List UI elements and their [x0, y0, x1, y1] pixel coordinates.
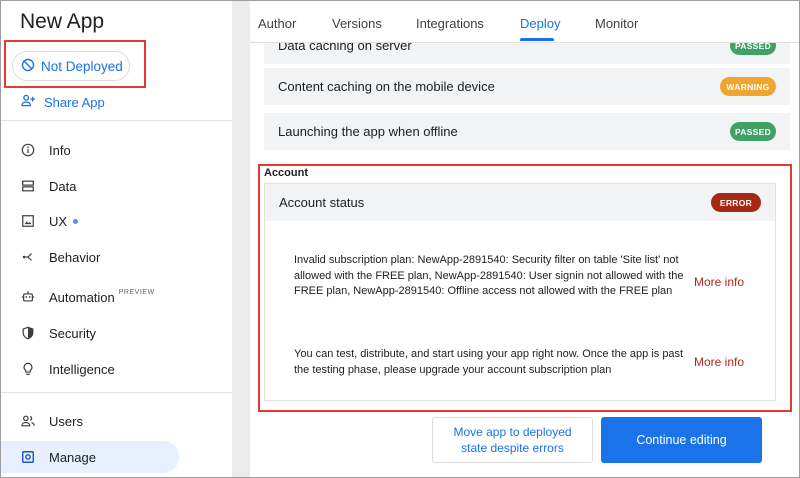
deploy-status-highlight — [4, 40, 146, 88]
sidebar-item-label: Data — [49, 178, 77, 194]
tab-integrations[interactable]: Integrations — [416, 16, 484, 31]
move-to-deployed-button[interactable]: Move app to deployed state despite error… — [432, 417, 593, 463]
sidebar-item-label: Users — [49, 413, 83, 429]
sidebar-divider — [1, 392, 232, 393]
sidebar-item-manage[interactable]: Manage — [1, 441, 179, 473]
continue-editing-button[interactable]: Continue editing — [601, 417, 762, 463]
check-label: Data caching on server — [278, 43, 412, 53]
sidebar-item-label: Automation — [49, 289, 115, 305]
share-app-label: Share App — [44, 94, 105, 110]
users-icon — [21, 414, 35, 428]
active-tab-indicator — [520, 38, 554, 41]
status-badge: WARNING — [720, 77, 776, 96]
data-icon — [21, 179, 35, 193]
sidebar-item-label: Behavior — [49, 249, 101, 265]
sidebar-item-label: UX — [49, 213, 68, 229]
status-badge: PASSED — [730, 122, 776, 141]
behavior-icon — [21, 250, 35, 264]
check-label: Launching the app when offline — [278, 124, 458, 139]
tab-deploy[interactable]: Deploy — [520, 16, 560, 31]
editor-tabbar: Author Versions Integrations Deploy Moni… — [250, 1, 799, 43]
ux-icon — [21, 214, 35, 228]
deploy-panel: Data caching on server PASSED Content ca… — [250, 43, 799, 477]
sidebar-item-label: Security — [49, 325, 96, 341]
app-title: New App — [20, 10, 105, 33]
tab-author[interactable]: Author — [258, 16, 296, 31]
check-label: Content caching on the mobile device — [278, 79, 495, 94]
check-row[interactable]: Launching the app when offline PASSED — [264, 113, 790, 150]
check-row[interactable]: Data caching on server PASSED — [264, 43, 790, 64]
ux-update-dot — [73, 218, 79, 224]
preview-tag: PREVIEW — [118, 288, 155, 296]
sidebar-item-info[interactable]: Info — [1, 134, 179, 166]
share-people-icon — [21, 94, 36, 110]
account-highlight — [258, 164, 792, 412]
pane-splitter[interactable] — [232, 1, 250, 477]
automation-icon — [21, 290, 35, 304]
sidebar-item-data[interactable]: Data — [1, 170, 179, 202]
tab-monitor[interactable]: Monitor — [595, 16, 638, 31]
sidebar-item-label: Info — [49, 142, 71, 158]
lightbulb-icon — [21, 362, 35, 376]
sidebar-item-automation[interactable]: Automation PREVIEW — [1, 281, 179, 313]
sidebar-item-users[interactable]: Users — [1, 405, 179, 437]
manage-icon — [21, 450, 35, 464]
check-row[interactable]: Content caching on the mobile device WAR… — [264, 68, 790, 105]
share-app-link[interactable]: Share App — [21, 94, 105, 110]
shield-icon — [21, 326, 35, 340]
sidebar-item-intelligence[interactable]: Intelligence — [1, 353, 179, 385]
status-badge: PASSED — [730, 43, 776, 55]
sidebar-divider — [1, 120, 232, 121]
sidebar-item-label: Manage — [49, 449, 96, 465]
tab-versions[interactable]: Versions — [332, 16, 382, 31]
sidebar-item-ux[interactable]: UX — [1, 205, 179, 237]
sidebar-item-label: Intelligence — [49, 361, 115, 377]
sidebar-item-behavior[interactable]: Behavior — [1, 241, 179, 273]
info-icon — [21, 143, 35, 157]
sidebar-item-security[interactable]: Security — [1, 317, 179, 349]
